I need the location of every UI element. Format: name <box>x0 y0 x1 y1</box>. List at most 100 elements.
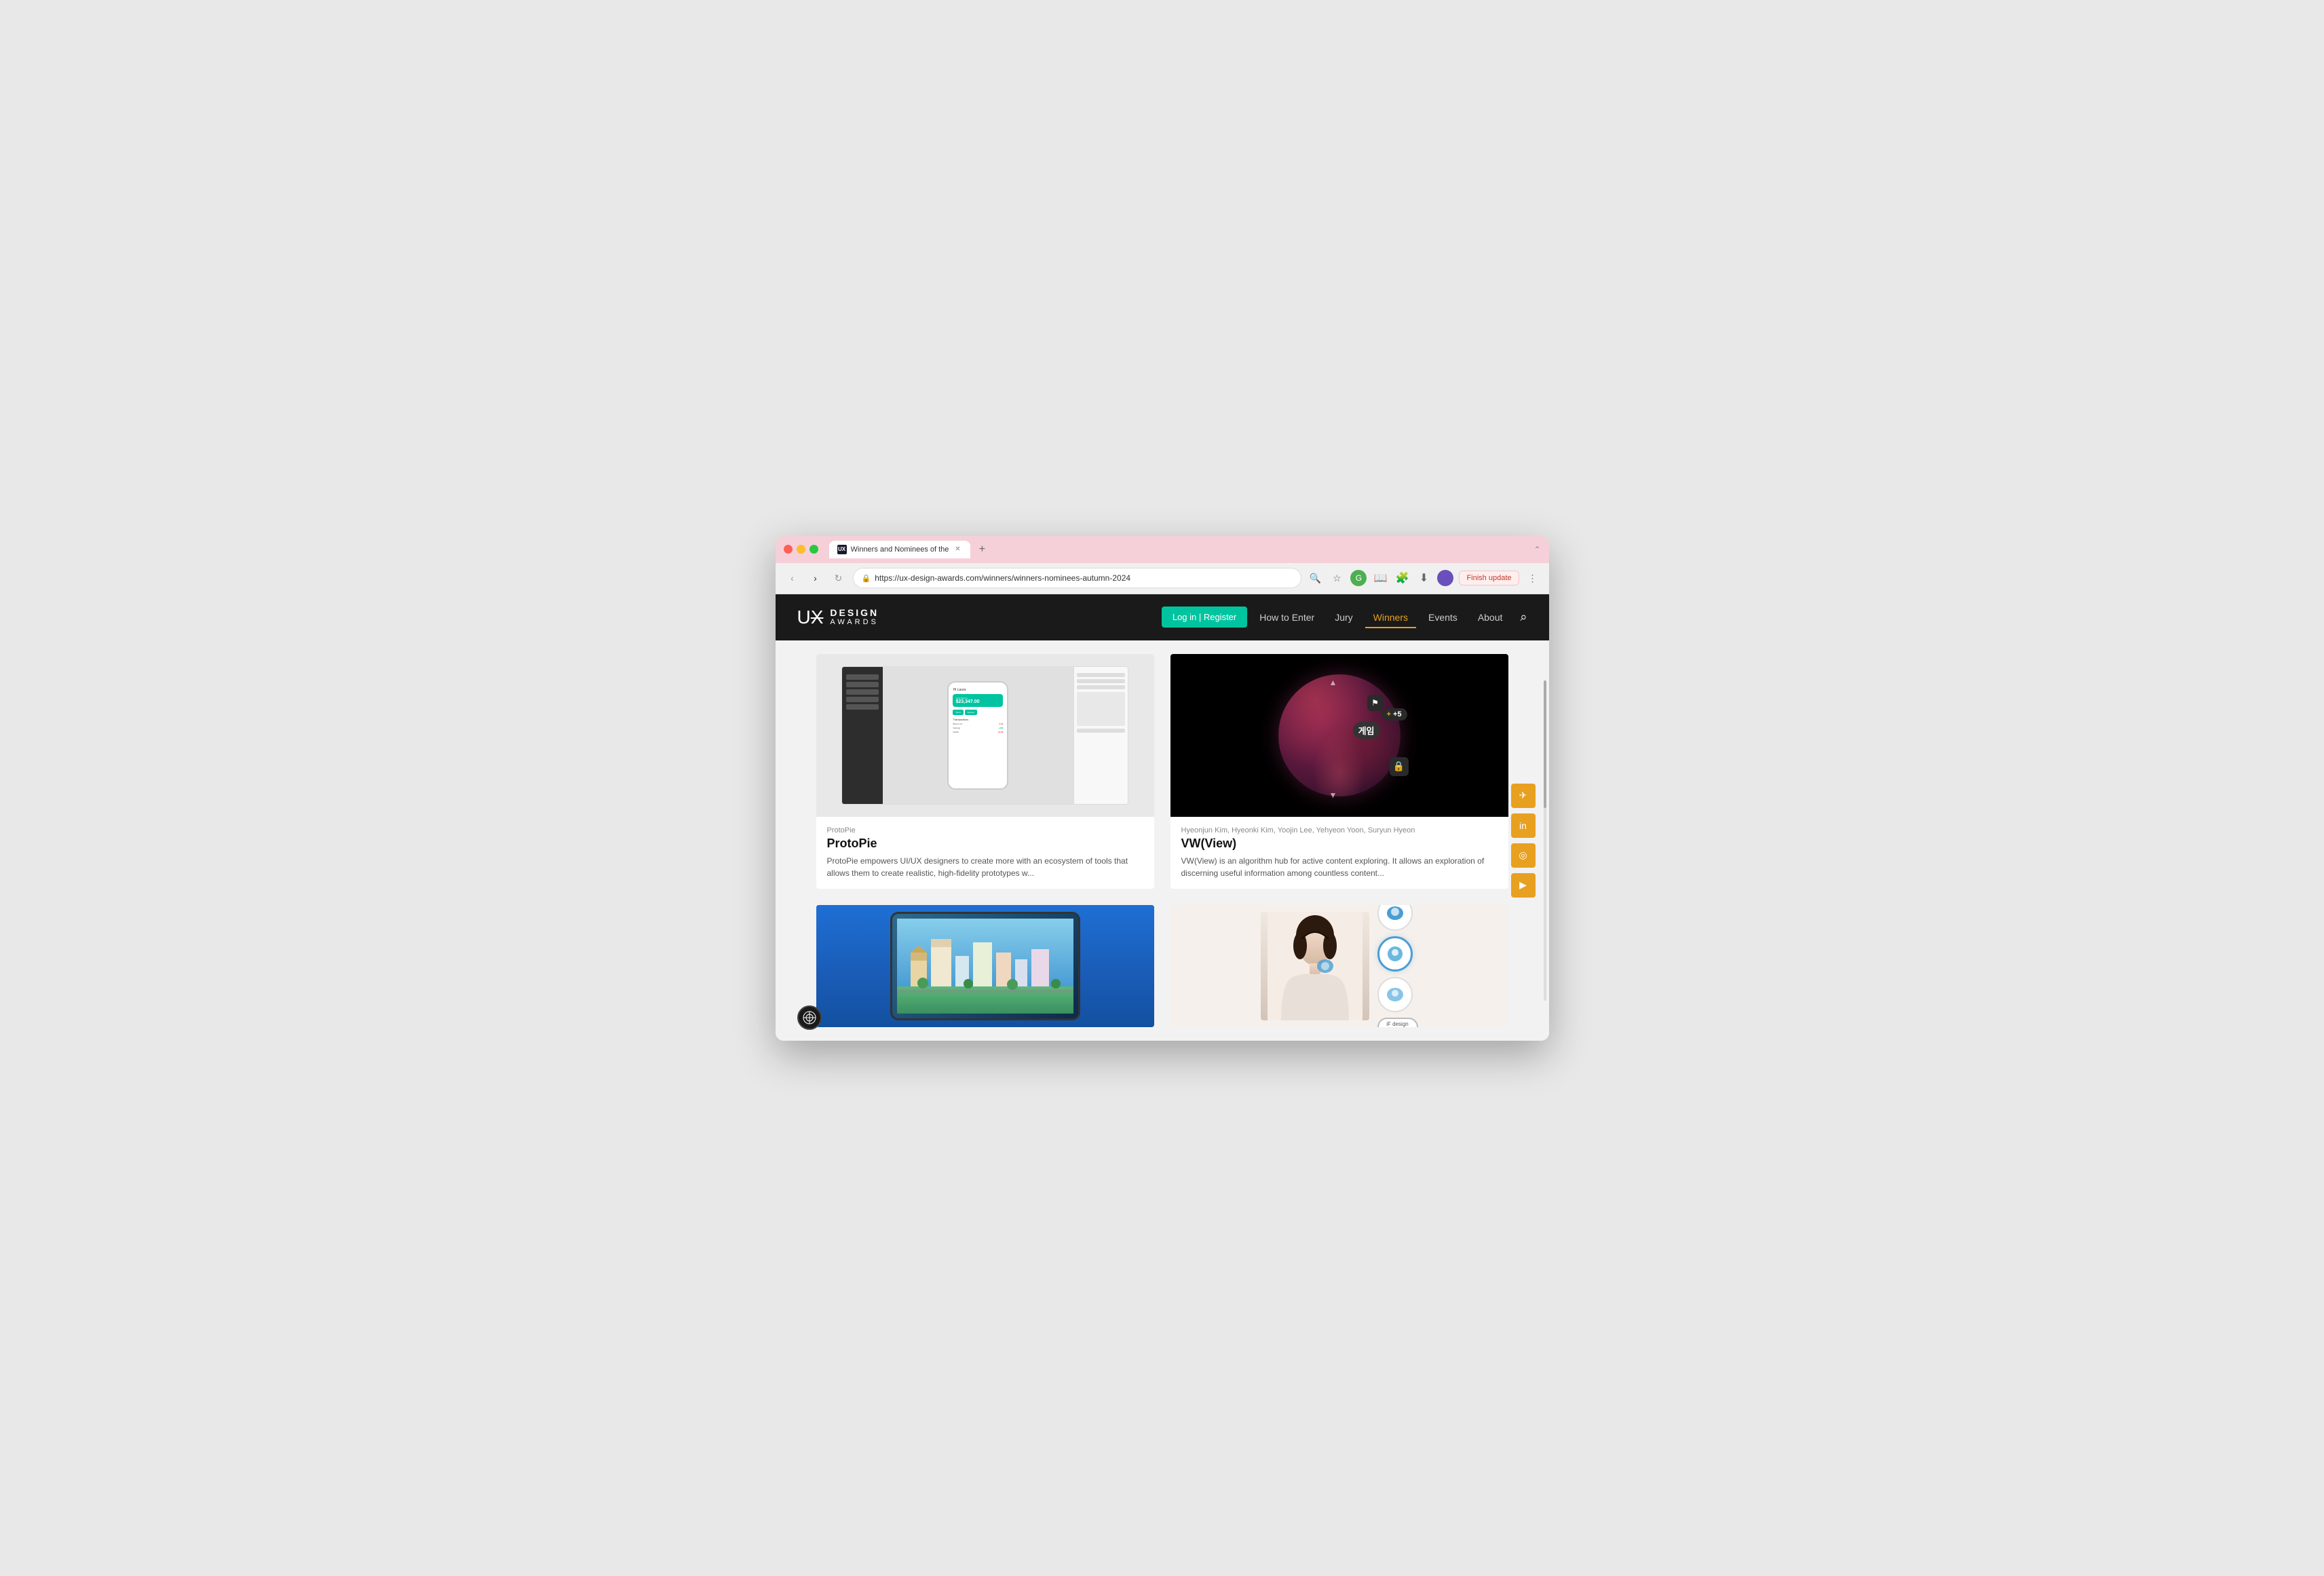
pp-row <box>846 674 879 680</box>
login-register-button[interactable]: Log in | Register <box>1162 607 1247 628</box>
pp-right-row <box>1077 673 1125 677</box>
nav-jury[interactable]: Jury <box>1327 607 1360 628</box>
person-photo <box>1261 912 1369 1020</box>
tablet-mockup <box>890 912 1080 1020</box>
pp-right-row <box>1077 685 1125 689</box>
site-search-icon[interactable]: ⌕ <box>1520 610 1527 624</box>
logo-awards: AWARDS <box>830 618 879 626</box>
finish-update-button[interactable]: Finish update <box>1459 571 1519 585</box>
pp-row <box>846 697 879 702</box>
card-vwview-image: ▲ + +5 ⚑ 게임 🔒 ▼ <box>1170 654 1508 817</box>
trans-name: Netflix <box>953 731 958 733</box>
card-protopie[interactable]: Hi Laura Total Balance $23,347.00 Send D… <box>816 654 1154 889</box>
vw-ui-elements: ▲ + +5 ⚑ 게임 🔒 ▼ <box>1265 668 1414 803</box>
trans-name: Savings <box>953 727 960 729</box>
telegram-button[interactable]: ✈ <box>1511 784 1536 808</box>
bottom-logo-icon <box>803 1011 816 1024</box>
vw-korean-badge: 게임 <box>1353 722 1380 739</box>
nav-about[interactable]: About <box>1470 607 1511 628</box>
phone-trans-row: Savings +200 <box>953 727 1003 729</box>
phone-balance-card: Total Balance $23,347.00 <box>953 694 1003 707</box>
card-title-vwview: VW(View) <box>1181 837 1498 851</box>
device-icon-2 <box>1377 936 1413 972</box>
pp-row <box>846 689 879 695</box>
back-button[interactable]: ‹ <box>784 569 801 587</box>
card-iso-city[interactable] <box>816 905 1154 1027</box>
site-logo[interactable]: UX DESIGN AWARDS <box>797 607 879 628</box>
nav-winners[interactable]: Winners <box>1365 607 1416 628</box>
bookmark-icon[interactable]: ☆ <box>1329 570 1345 586</box>
url-text: https://ux-design-awards.com/winners/win… <box>875 573 1293 583</box>
device-icons: iF designtrusted <box>1377 905 1418 1027</box>
linkedin-icon: in <box>1519 820 1527 831</box>
vw-lock-icon: 🔒 <box>1390 757 1409 776</box>
device-svg-2 <box>1385 944 1405 964</box>
isometric-buildings <box>892 914 1078 1018</box>
url-bar[interactable]: 🔒 https://ux-design-awards.com/winners/w… <box>853 568 1302 588</box>
vw-flag-icon: ⚑ <box>1367 695 1384 711</box>
isometric-scene <box>816 905 1154 1027</box>
window-controls[interactable]: ⌃ <box>1534 545 1540 554</box>
card-brand: ProtoPie <box>827 826 1143 834</box>
pp-preview <box>1077 692 1125 726</box>
logo-design: DESIGN <box>830 608 879 618</box>
phone-transactions-label: Transactions <box>953 718 1003 721</box>
card-description: ProtoPie empowers UI/UX designers to cre… <box>827 855 1143 879</box>
card-health-device[interactable]: iF designtrusted <box>1170 905 1508 1027</box>
card-health-image: iF designtrusted <box>1170 905 1508 1027</box>
address-bar: ‹ › ↻ 🔒 https://ux-design-awards.com/win… <box>776 563 1549 594</box>
site-nav-links: Log in | Register How to Enter Jury Winn… <box>1162 607 1527 628</box>
device-icon-badge: iF designtrusted <box>1377 1018 1418 1027</box>
site-navigation: UX DESIGN AWARDS Log in | Register How t… <box>776 594 1549 640</box>
phone-balance-amount: $23,347.00 <box>955 699 1000 704</box>
vw-arrow-up: ▲ <box>1329 678 1337 687</box>
search-icon[interactable]: 🔍 <box>1307 570 1323 586</box>
extension-icon3[interactable]: 🧩 <box>1394 570 1410 586</box>
title-bar: UX Winners and Nominees of the ✕ + ⌃ <box>776 536 1549 563</box>
refresh-button[interactable]: ↻ <box>830 569 847 587</box>
tab-title: Winners and Nominees of the <box>851 545 949 554</box>
youtube-button[interactable]: ▶ <box>1511 873 1536 898</box>
profile-icon[interactable] <box>1437 570 1453 586</box>
download-icon[interactable]: ⬇ <box>1415 570 1432 586</box>
card-iso-image <box>816 905 1154 1027</box>
minimize-button[interactable] <box>797 545 805 554</box>
phone-mockup: Hi Laura Total Balance $23,347.00 Send D… <box>947 681 1008 790</box>
extension-icon1[interactable]: G <box>1350 570 1367 586</box>
logo-text: DESIGN AWARDS <box>830 608 879 626</box>
phone-trans-row: Netflix -12.99 <box>953 731 1003 733</box>
cards-grid-top: Hi Laura Total Balance $23,347.00 Send D… <box>816 654 1508 889</box>
menu-icon[interactable]: ⋮ <box>1525 570 1541 586</box>
device-svg-1 <box>1385 905 1405 923</box>
tab-bar: UX Winners and Nominees of the ✕ + <box>829 541 1529 558</box>
instagram-icon: ◎ <box>1519 849 1527 861</box>
nav-how-to-enter[interactable]: How to Enter <box>1251 607 1322 628</box>
pp-right-panel <box>1073 667 1128 804</box>
iso-svg <box>897 919 1073 1014</box>
phone-greeting: Hi Laura <box>953 688 1003 692</box>
instagram-button[interactable]: ◎ <box>1511 843 1536 868</box>
card-description-vwview: VW(View) is an algorithm hub for active … <box>1181 855 1498 879</box>
extension-icon2[interactable]: 📖 <box>1372 570 1388 586</box>
device-svg-3 <box>1385 984 1405 1005</box>
cards-grid-bottom: iF designtrusted <box>816 905 1508 1027</box>
linkedin-button[interactable]: in <box>1511 813 1536 838</box>
maximize-button[interactable] <box>809 545 818 554</box>
person-svg <box>1268 912 1363 1020</box>
nav-events[interactable]: Events <box>1420 607 1466 628</box>
lock-icon: 🔒 <box>862 574 871 583</box>
social-sidebar: ✈ in ◎ ▶ <box>1511 784 1536 898</box>
scrollbar[interactable] <box>1544 680 1546 1001</box>
tab-close-button[interactable]: ✕ <box>953 545 962 554</box>
scrollbar-thumb <box>1544 680 1546 809</box>
device-icon-1 <box>1377 905 1413 931</box>
trans-amount: +200 <box>999 727 1004 729</box>
iso-bg <box>892 914 1078 1018</box>
forward-button[interactable]: › <box>807 569 824 587</box>
new-tab-button[interactable]: + <box>973 541 991 558</box>
logo-ux: UX <box>797 607 824 628</box>
close-button[interactable] <box>784 545 793 554</box>
card-vwview[interactable]: ▲ + +5 ⚑ 게임 🔒 ▼ <box>1170 654 1508 889</box>
traffic-lights <box>784 545 818 554</box>
browser-tab-active[interactable]: UX Winners and Nominees of the ✕ <box>829 541 971 558</box>
